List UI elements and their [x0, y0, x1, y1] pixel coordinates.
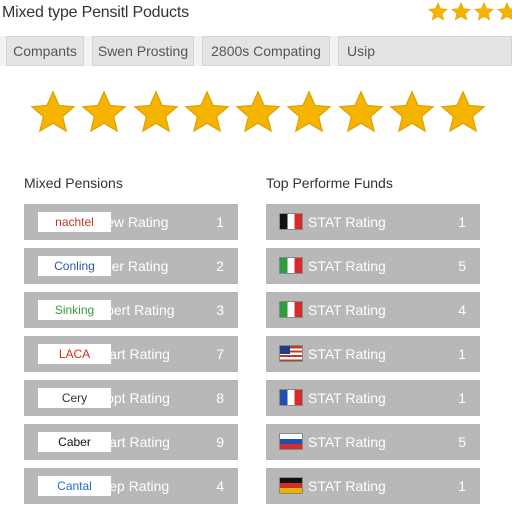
rating-label: Inter Rating: [96, 258, 169, 274]
belgium-flag-icon: [279, 213, 303, 230]
star-icon: [235, 90, 281, 133]
rating-label: STAT Rating: [308, 478, 386, 494]
rating-value: 4: [458, 302, 466, 318]
list-item[interactable]: Cery Copt Rating 8: [24, 380, 238, 416]
list-item[interactable]: nachtel New Rating 1: [24, 204, 238, 240]
rating-label: STAT Rating: [308, 258, 386, 274]
rating-value: 4: [216, 478, 224, 494]
top-funds-list: STAT Rating 1 STAT Rating 5 STAT Rating 4 STAT…: [266, 204, 480, 512]
rating-banner-stars: [28, 88, 488, 138]
rating-value: 7: [216, 346, 224, 362]
star-icon: [337, 90, 384, 133]
page-title: Mixed type Pensitl Poducts: [2, 4, 189, 21]
list-item[interactable]: Conling Inter Rating 2: [24, 248, 238, 284]
list-item[interactable]: STAT Rating 4: [266, 292, 480, 328]
rating-label: STAT Rating: [308, 434, 386, 450]
rating-label: STAT Rating: [308, 390, 386, 406]
tab-swen-prosting[interactable]: Swen Prosting: [92, 36, 194, 66]
rating-value: 3: [216, 302, 224, 318]
rating-value: 2: [216, 258, 224, 274]
left-panel-title: Mixed Pensions: [24, 175, 123, 191]
list-item[interactable]: Sinking Upert Rating 3: [24, 292, 238, 328]
rating-value: 1: [216, 214, 224, 230]
germany-flag-icon: [279, 477, 303, 494]
rating-label: Copt Rating: [96, 390, 170, 406]
rating-label: Upert Rating: [96, 302, 175, 318]
list-item[interactable]: STAT Rating 1: [266, 468, 480, 504]
rating-label: Step Rating: [96, 478, 170, 494]
rating-value: 1: [458, 390, 466, 406]
list-item[interactable]: STAT Rating 1: [266, 204, 480, 240]
rating-value: 8: [216, 390, 224, 406]
list-item[interactable]: Cantal Step Rating 4: [24, 468, 238, 504]
list-item[interactable]: STAT Rating 5: [266, 424, 480, 460]
rating-value: 5: [458, 434, 466, 450]
rating-value: 1: [458, 214, 466, 230]
list-item[interactable]: Caber Start Rating 9: [24, 424, 238, 460]
tab-bar: Compants Swen Prosting 2800s Compating U…: [0, 36, 512, 66]
star-icon: [451, 1, 471, 21]
rating-label: STAT Rating: [308, 214, 386, 230]
star-icon: [497, 1, 512, 21]
mixed-pensions-list: nachtel New Rating 1 Conling Inter Rating 2 Si…: [24, 204, 238, 512]
rating-label: Start Rating: [96, 346, 170, 362]
usa-flag-icon: [279, 345, 303, 362]
slovakia-flag-icon: [279, 433, 303, 450]
star-icon: [132, 90, 179, 133]
rating-label: New Rating: [96, 214, 169, 230]
list-item[interactable]: LACA Start Rating 7: [24, 336, 238, 372]
rating-value: 1: [458, 346, 466, 362]
rating-value: 5: [458, 258, 466, 274]
list-item[interactable]: STAT Rating 1: [266, 380, 480, 416]
star-icon: [30, 90, 76, 133]
italy-flag-icon: [279, 257, 303, 274]
star-icon: [81, 90, 127, 133]
list-item[interactable]: STAT Rating 5: [266, 248, 480, 284]
star-icon: [474, 1, 494, 21]
tab-compants[interactable]: Compants: [6, 36, 84, 66]
star-icon: [389, 90, 435, 133]
star-icon: [440, 90, 486, 133]
rating-value: 9: [216, 434, 224, 450]
list-item[interactable]: STAT Rating 1: [266, 336, 480, 372]
rating-label: Start Rating: [96, 434, 170, 450]
italy-flag-icon: [279, 301, 303, 318]
rating-label: STAT Rating: [308, 302, 386, 318]
rating-label: STAT Rating: [308, 346, 386, 362]
header-rating-stars: [427, 1, 512, 23]
france-flag-icon: [279, 389, 303, 406]
star-icon: [286, 90, 332, 133]
right-panel-title: Top Performe Funds: [266, 175, 393, 191]
star-icon: [428, 1, 448, 21]
star-icon: [184, 90, 230, 133]
tab-2800s-compating[interactable]: 2800s Compating: [202, 36, 330, 66]
tab-usip[interactable]: Usip: [338, 36, 512, 66]
rating-value: 1: [458, 478, 466, 494]
